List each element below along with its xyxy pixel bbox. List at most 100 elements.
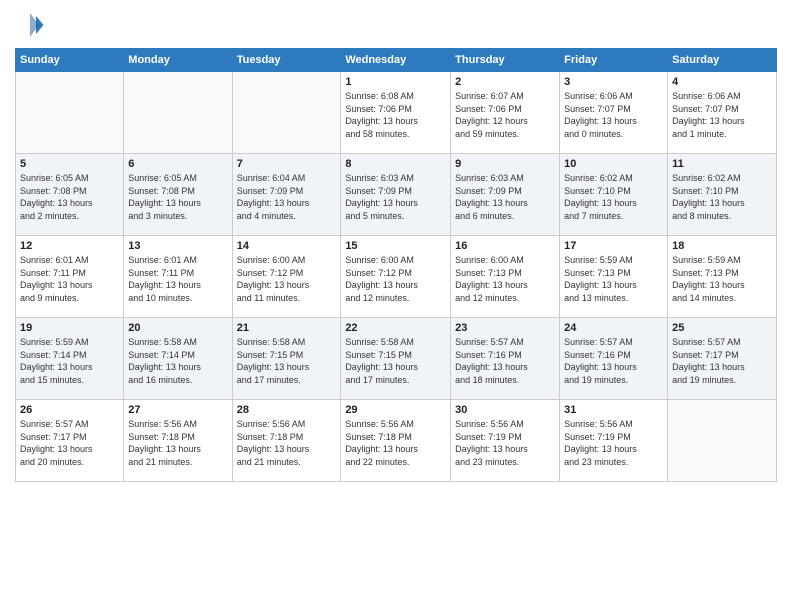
day-number: 26 [20, 404, 119, 416]
calendar-cell: 16 Sunrise: 6:00 AM Sunset: 7:13 PM Dayli… [451, 236, 560, 318]
day-info: Sunrise: 6:02 AM Sunset: 7:10 PM Dayligh… [564, 172, 663, 222]
calendar-cell: 28 Sunrise: 5:56 AM Sunset: 7:18 PM Dayli… [232, 400, 341, 482]
day-number: 31 [564, 404, 663, 416]
day-info: Sunrise: 6:01 AM Sunset: 7:11 PM Dayligh… [20, 254, 119, 304]
calendar-cell [232, 72, 341, 154]
day-info: Sunrise: 5:56 AM Sunset: 7:18 PM Dayligh… [128, 418, 227, 468]
day-info: Sunrise: 6:08 AM Sunset: 7:06 PM Dayligh… [345, 90, 446, 140]
calendar-cell: 14Sunrise: 6:00 AM Sunset: 7:12 PM Dayli… [232, 236, 341, 318]
day-number: 19 [20, 322, 119, 334]
calendar-cell: 23 Sunrise: 5:57 AM Sunset: 7:16 PM Dayli… [451, 318, 560, 400]
day-info: Sunrise: 6:00 AM Sunset: 7:12 PM Dayligh… [345, 254, 446, 304]
day-info: Sunrise: 5:57 AM Sunset: 7:17 PM Dayligh… [672, 336, 772, 386]
calendar-cell [668, 400, 777, 482]
day-number: 13 [128, 240, 227, 252]
logo-icon [15, 10, 45, 40]
weekday-header: Saturday [668, 49, 777, 72]
calendar-cell: 5Sunrise: 6:05 AM Sunset: 7:08 PM Daylig… [16, 154, 124, 236]
calendar-cell: 7 Sunrise: 6:04 AM Sunset: 7:09 PM Daylig… [232, 154, 341, 236]
day-info: Sunrise: 5:58 AM Sunset: 7:14 PM Dayligh… [128, 336, 227, 386]
day-info: Sunrise: 5:58 AM Sunset: 7:15 PM Dayligh… [345, 336, 446, 386]
day-info: Sunrise: 6:03 AM Sunset: 7:09 PM Dayligh… [455, 172, 555, 222]
day-info: Sunrise: 5:57 AM Sunset: 7:17 PM Dayligh… [20, 418, 119, 468]
day-number: 27 [128, 404, 227, 416]
calendar-row: 12 Sunrise: 6:01 AM Sunset: 7:11 PM Dayli… [16, 236, 777, 318]
page-container: SundayMondayTuesdayWednesdayThursdayFrid… [0, 0, 792, 612]
calendar-cell: 1 Sunrise: 6:08 AM Sunset: 7:06 PM Daylig… [341, 72, 451, 154]
day-number: 15 [345, 240, 446, 252]
calendar-cell: 6 Sunrise: 6:05 AM Sunset: 7:08 PM Daylig… [124, 154, 232, 236]
calendar-cell: 11Sunrise: 6:02 AM Sunset: 7:10 PM Dayli… [668, 154, 777, 236]
day-number: 20 [128, 322, 227, 334]
calendar-row: 19 Sunrise: 5:59 AM Sunset: 7:14 PM Dayli… [16, 318, 777, 400]
calendar-cell: 29Sunrise: 5:56 AM Sunset: 7:18 PM Dayli… [341, 400, 451, 482]
day-number: 17 [564, 240, 663, 252]
calendar-cell: 21Sunrise: 5:58 AM Sunset: 7:15 PM Dayli… [232, 318, 341, 400]
calendar-cell [124, 72, 232, 154]
weekday-header: Thursday [451, 49, 560, 72]
day-number: 9 [455, 158, 555, 170]
calendar-cell: 15 Sunrise: 6:00 AM Sunset: 7:12 PM Dayli… [341, 236, 451, 318]
calendar-cell: 25 Sunrise: 5:57 AM Sunset: 7:17 PM Dayli… [668, 318, 777, 400]
calendar-table: SundayMondayTuesdayWednesdayThursdayFrid… [15, 48, 777, 482]
day-number: 1 [345, 76, 446, 88]
logo [15, 10, 49, 40]
day-number: 16 [455, 240, 555, 252]
day-number: 23 [455, 322, 555, 334]
day-number: 29 [345, 404, 446, 416]
calendar-cell: 17 Sunrise: 5:59 AM Sunset: 7:13 PM Dayli… [560, 236, 668, 318]
day-info: Sunrise: 6:06 AM Sunset: 7:07 PM Dayligh… [564, 90, 663, 140]
calendar-cell: 19 Sunrise: 5:59 AM Sunset: 7:14 PM Dayli… [16, 318, 124, 400]
day-info: Sunrise: 5:56 AM Sunset: 7:19 PM Dayligh… [455, 418, 555, 468]
calendar-row: 26 Sunrise: 5:57 AM Sunset: 7:17 PM Dayli… [16, 400, 777, 482]
calendar-cell: 27 Sunrise: 5:56 AM Sunset: 7:18 PM Dayli… [124, 400, 232, 482]
weekday-header: Sunday [16, 49, 124, 72]
day-info: Sunrise: 6:01 AM Sunset: 7:11 PM Dayligh… [128, 254, 227, 304]
day-info: Sunrise: 6:07 AM Sunset: 7:06 PM Dayligh… [455, 90, 555, 140]
day-number: 3 [564, 76, 663, 88]
weekday-header: Wednesday [341, 49, 451, 72]
page-header [15, 10, 777, 40]
calendar-cell: 4Sunrise: 6:06 AM Sunset: 7:07 PM Daylig… [668, 72, 777, 154]
day-number: 7 [237, 158, 337, 170]
weekday-header: Friday [560, 49, 668, 72]
day-info: Sunrise: 5:58 AM Sunset: 7:15 PM Dayligh… [237, 336, 337, 386]
day-info: Sunrise: 5:59 AM Sunset: 7:14 PM Dayligh… [20, 336, 119, 386]
calendar-cell: 3 Sunrise: 6:06 AM Sunset: 7:07 PM Daylig… [560, 72, 668, 154]
calendar-cell: 9 Sunrise: 6:03 AM Sunset: 7:09 PM Daylig… [451, 154, 560, 236]
day-info: Sunrise: 5:57 AM Sunset: 7:16 PM Dayligh… [564, 336, 663, 386]
day-info: Sunrise: 6:03 AM Sunset: 7:09 PM Dayligh… [345, 172, 446, 222]
calendar-header-row: SundayMondayTuesdayWednesdayThursdayFrid… [16, 49, 777, 72]
day-number: 24 [564, 322, 663, 334]
calendar-cell: 22Sunrise: 5:58 AM Sunset: 7:15 PM Dayli… [341, 318, 451, 400]
day-info: Sunrise: 5:57 AM Sunset: 7:16 PM Dayligh… [455, 336, 555, 386]
day-number: 28 [237, 404, 337, 416]
calendar-row: 5 Sunrise: 6:05 AM Sunset: 7:08 PM Daylig… [16, 154, 777, 236]
calendar-cell: 26 Sunrise: 5:57 AM Sunset: 7:17 PM Dayli… [16, 400, 124, 482]
day-number: 12 [20, 240, 119, 252]
day-info: Sunrise: 6:06 AM Sunset: 7:07 PM Dayligh… [672, 90, 772, 140]
day-info: Sunrise: 6:05 AM Sunset: 7:08 PM Dayligh… [128, 172, 227, 222]
day-number: 2 [455, 76, 555, 88]
day-number: 11 [672, 158, 772, 170]
calendar-cell: 31 Sunrise: 5:56 AM Sunset: 7:19 PM Dayli… [560, 400, 668, 482]
weekday-header: Monday [124, 49, 232, 72]
calendar-row: 1 Sunrise: 6:08 AM Sunset: 7:06 PM Daylig… [16, 72, 777, 154]
calendar-cell: 13 Sunrise: 6:01 AM Sunset: 7:11 PM Dayli… [124, 236, 232, 318]
calendar-cell: 12 Sunrise: 6:01 AM Sunset: 7:11 PM Dayli… [16, 236, 124, 318]
calendar-cell: 8Sunrise: 6:03 AM Sunset: 7:09 PM Daylig… [341, 154, 451, 236]
day-number: 25 [672, 322, 772, 334]
day-number: 10 [564, 158, 663, 170]
calendar-cell: 2 Sunrise: 6:07 AM Sunset: 7:06 PM Daylig… [451, 72, 560, 154]
day-number: 6 [128, 158, 227, 170]
day-info: Sunrise: 5:56 AM Sunset: 7:19 PM Dayligh… [564, 418, 663, 468]
day-info: Sunrise: 6:00 AM Sunset: 7:13 PM Dayligh… [455, 254, 555, 304]
day-number: 18 [672, 240, 772, 252]
day-number: 14 [237, 240, 337, 252]
day-info: Sunrise: 6:04 AM Sunset: 7:09 PM Dayligh… [237, 172, 337, 222]
day-info: Sunrise: 5:56 AM Sunset: 7:18 PM Dayligh… [237, 418, 337, 468]
day-info: Sunrise: 5:59 AM Sunset: 7:13 PM Dayligh… [672, 254, 772, 304]
day-info: Sunrise: 5:59 AM Sunset: 7:13 PM Dayligh… [564, 254, 663, 304]
day-number: 5 [20, 158, 119, 170]
day-number: 30 [455, 404, 555, 416]
